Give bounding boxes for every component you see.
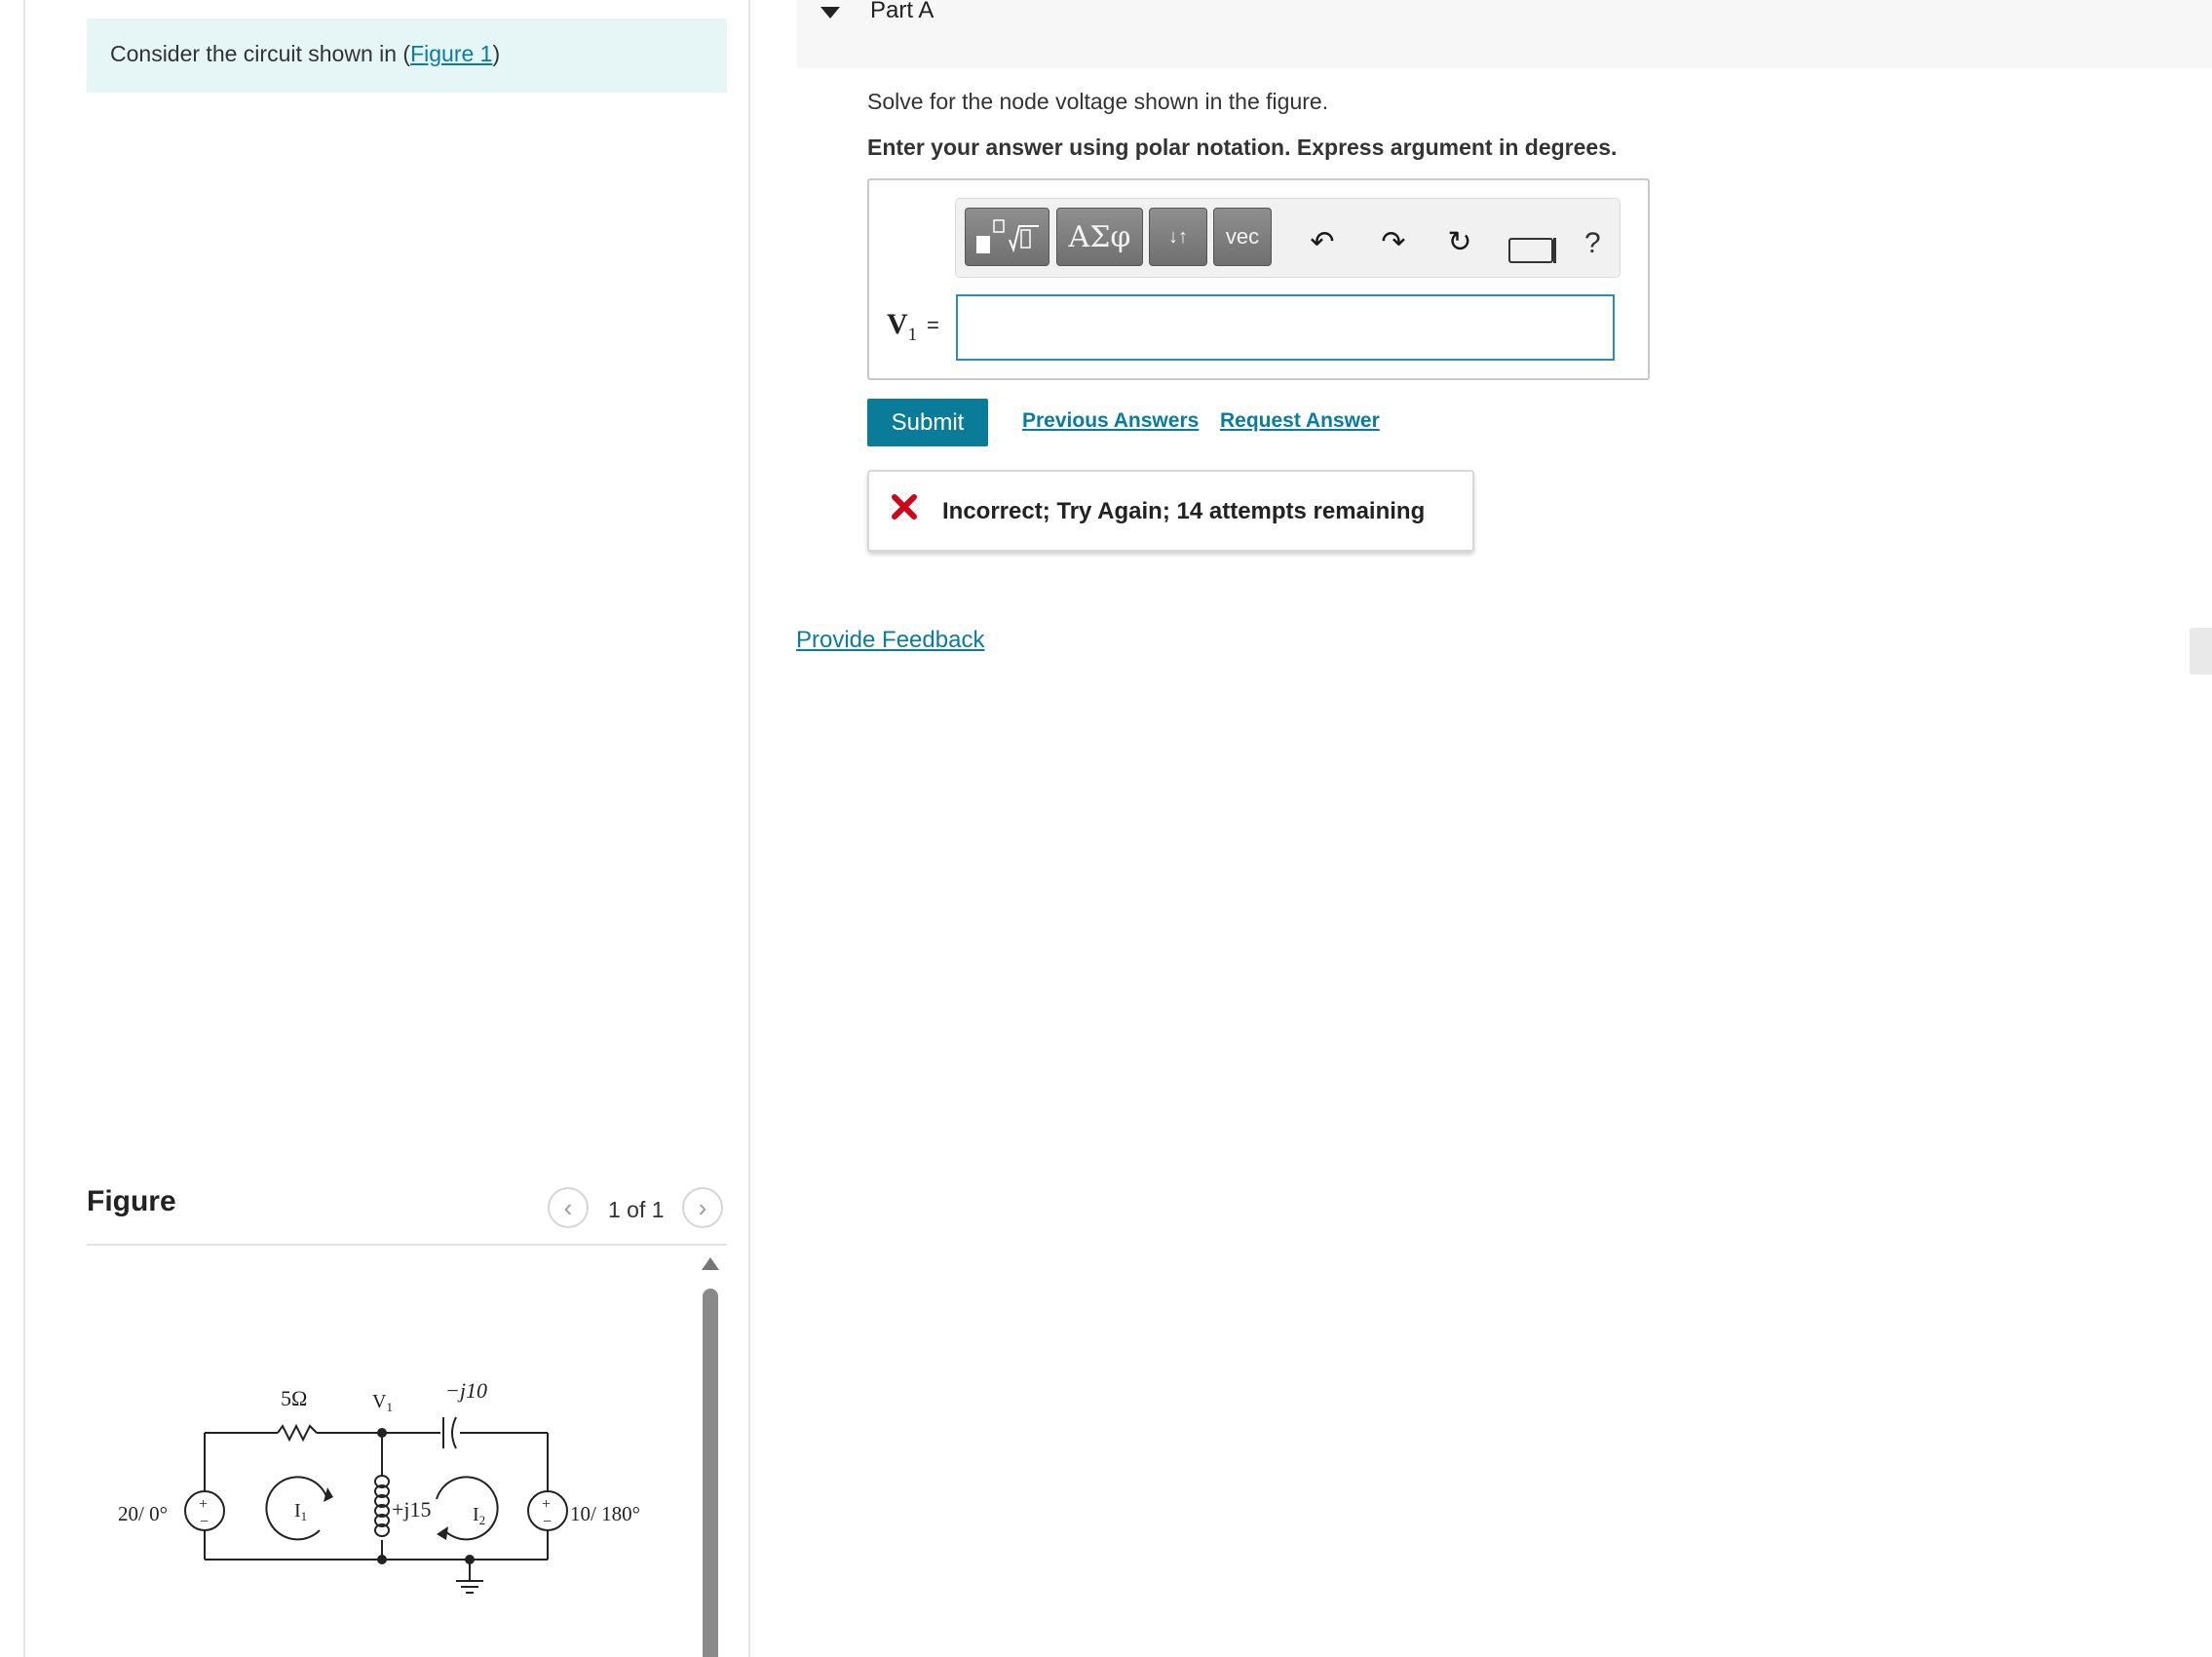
capacitor-label: −j10 [445,1378,487,1403]
ground-dot [465,1555,475,1564]
node-dot-bottom [377,1555,387,1564]
source2-plus: + [542,1496,551,1513]
intro-suffix: ) [492,41,501,66]
submit-button[interactable]: Submit [867,399,988,446]
inductor-symbol [374,1475,390,1537]
capacitor-symbol [442,1416,457,1449]
keyboard-icon[interactable] [1508,238,1553,263]
problem-intro-text: Consider the circuit shown in (Figure 1) [110,41,500,67]
keyboard-cursor-icon [1553,238,1556,263]
circuit-diagram: + − + − 5Ω V1 −j10 +j15 20/ 0° 10/ 180° … [118,1378,640,1594]
answer-input[interactable] [956,294,1615,361]
vector-button[interactable]: vec [1213,208,1272,266]
figure-divider [87,1244,727,1246]
mesh2-label: I2 [473,1504,485,1527]
help-button[interactable]: ? [1584,227,1601,260]
ground-symbol [456,1580,483,1594]
node-dot-top [377,1428,387,1438]
source1-label: 20/ 0° [118,1502,168,1525]
node-v1-label: V1 [372,1391,393,1414]
scroll-up-arrow[interactable] [702,1257,719,1270]
part-title[interactable]: Part A [870,0,934,24]
part-header[interactable] [797,0,2212,68]
intro-prefix: Consider the circuit shown in ( [110,41,411,66]
figure-link[interactable]: Figure 1 [410,41,492,66]
figure-heading: Figure [87,1185,176,1217]
feedback-message: Incorrect; Try Again; 14 attempts remain… [942,498,1426,524]
mesh2-arrowhead [437,1526,448,1540]
source2-minus: − [543,1514,552,1530]
inductor-label: +j15 [392,1497,432,1522]
figure-prev-button[interactable]: ‹ [548,1187,589,1228]
figure-counter: 1 of 1 [608,1197,665,1222]
figure-next-button[interactable]: › [682,1187,723,1228]
figure-scrollbar[interactable] [703,1289,718,1657]
error-x-icon [892,494,917,520]
mesh1-label: I1 [294,1500,307,1523]
request-answer-link[interactable]: Request Answer [1220,409,1380,433]
chevron-right-icon: › [698,1192,707,1222]
provide-feedback-link[interactable]: Provide Feedback [796,627,984,654]
previous-answers-link[interactable]: Previous Answers [1022,409,1199,433]
source2-label: 10/ 180° [570,1502,640,1525]
collapse-caret-icon[interactable] [820,7,840,19]
source1-plus: + [199,1496,208,1513]
greek-symbols-button[interactable]: ΑΣφ [1056,208,1143,266]
resistor-symbol [277,1423,318,1443]
reset-icon[interactable]: ↻ [1440,222,1479,261]
equals-sign: = [927,313,939,337]
arrows-button[interactable]: ↓↑ [1149,208,1207,266]
side-panel-tab[interactable] [2190,628,2212,674]
undo-icon[interactable]: ↶ [1303,222,1342,261]
templates-button[interactable] [965,208,1049,266]
source1-minus: − [200,1514,209,1530]
redo-icon[interactable]: ↷ [1374,222,1413,261]
resistor-label: 5Ω [281,1386,307,1410]
question-text: Solve for the node voltage shown in the … [867,89,1329,114]
answer-instructions: Enter your answer using polar notation. … [867,135,1618,160]
variable-label: V1 [887,308,918,345]
templates-icon [975,219,1039,253]
chevron-left-icon: ‹ [563,1192,573,1222]
left-border [23,0,25,1657]
column-divider [748,0,750,1657]
